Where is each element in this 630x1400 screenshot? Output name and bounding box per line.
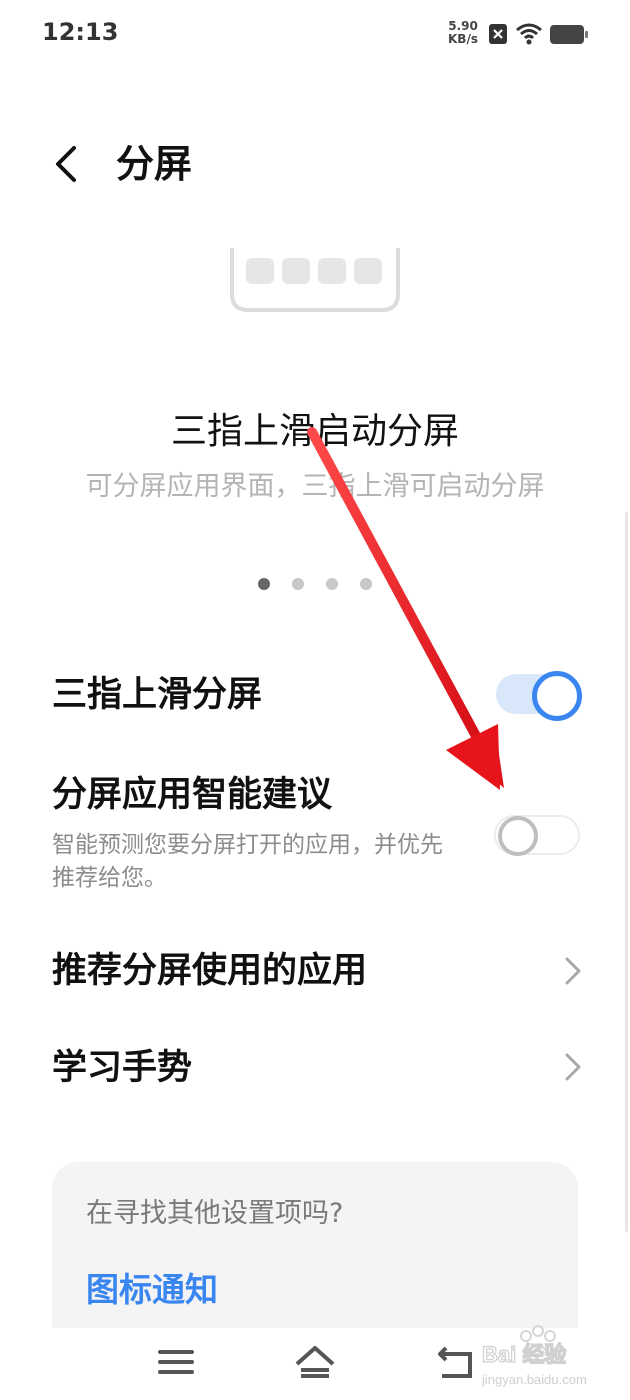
learn-gesture-label[interactable]: 学习手势 bbox=[52, 1045, 192, 1091]
smart-suggest-description: 智能预测您要分屏打开的应用，并优先推荐给您。 bbox=[52, 832, 443, 891]
page-title: 分屏 bbox=[116, 142, 193, 186]
watermark-text: Bai 经验 bbox=[482, 1342, 566, 1367]
recommended-apps-label[interactable]: 推荐分屏使用的应用 bbox=[52, 948, 367, 994]
battery-icon bbox=[550, 25, 588, 44]
network-speed: 5.90 KB/s bbox=[448, 20, 478, 46]
red-arrow-annotation bbox=[307, 427, 504, 790]
chevron-right-icon[interactable] bbox=[558, 1047, 588, 1087]
toggle-knob bbox=[532, 671, 582, 721]
wifi-icon bbox=[516, 23, 542, 45]
page-dot-1[interactable] bbox=[258, 578, 270, 590]
back-button[interactable] bbox=[44, 140, 92, 188]
toggle-knob bbox=[498, 816, 538, 856]
network-speed-unit: KB/s bbox=[448, 32, 478, 46]
status-time: 12:13 bbox=[42, 18, 119, 46]
split-screen-illustration bbox=[230, 248, 400, 312]
scrollbar[interactable] bbox=[625, 512, 628, 1232]
smart-suggest-toggle[interactable] bbox=[494, 815, 580, 856]
back-icon[interactable] bbox=[428, 1338, 484, 1386]
other-settings-title: 在寻找其他设置项吗? bbox=[86, 1198, 344, 1229]
smart-suggest-label: 分屏应用智能建议 bbox=[52, 775, 333, 815]
chevron-right-icon[interactable] bbox=[558, 951, 588, 991]
three-finger-split-label: 三指上滑分屏 bbox=[52, 675, 263, 715]
baidu-watermark: Bai 经验 jingyan.baidu.com bbox=[481, 1325, 587, 1387]
icon-notification-link[interactable]: 图标通知 bbox=[86, 1268, 218, 1312]
notification-x-icon bbox=[489, 24, 507, 44]
watermark-url: jingyan.baidu.com bbox=[481, 1372, 587, 1387]
home-icon[interactable] bbox=[287, 1338, 343, 1386]
menu-icon[interactable] bbox=[148, 1338, 204, 1386]
